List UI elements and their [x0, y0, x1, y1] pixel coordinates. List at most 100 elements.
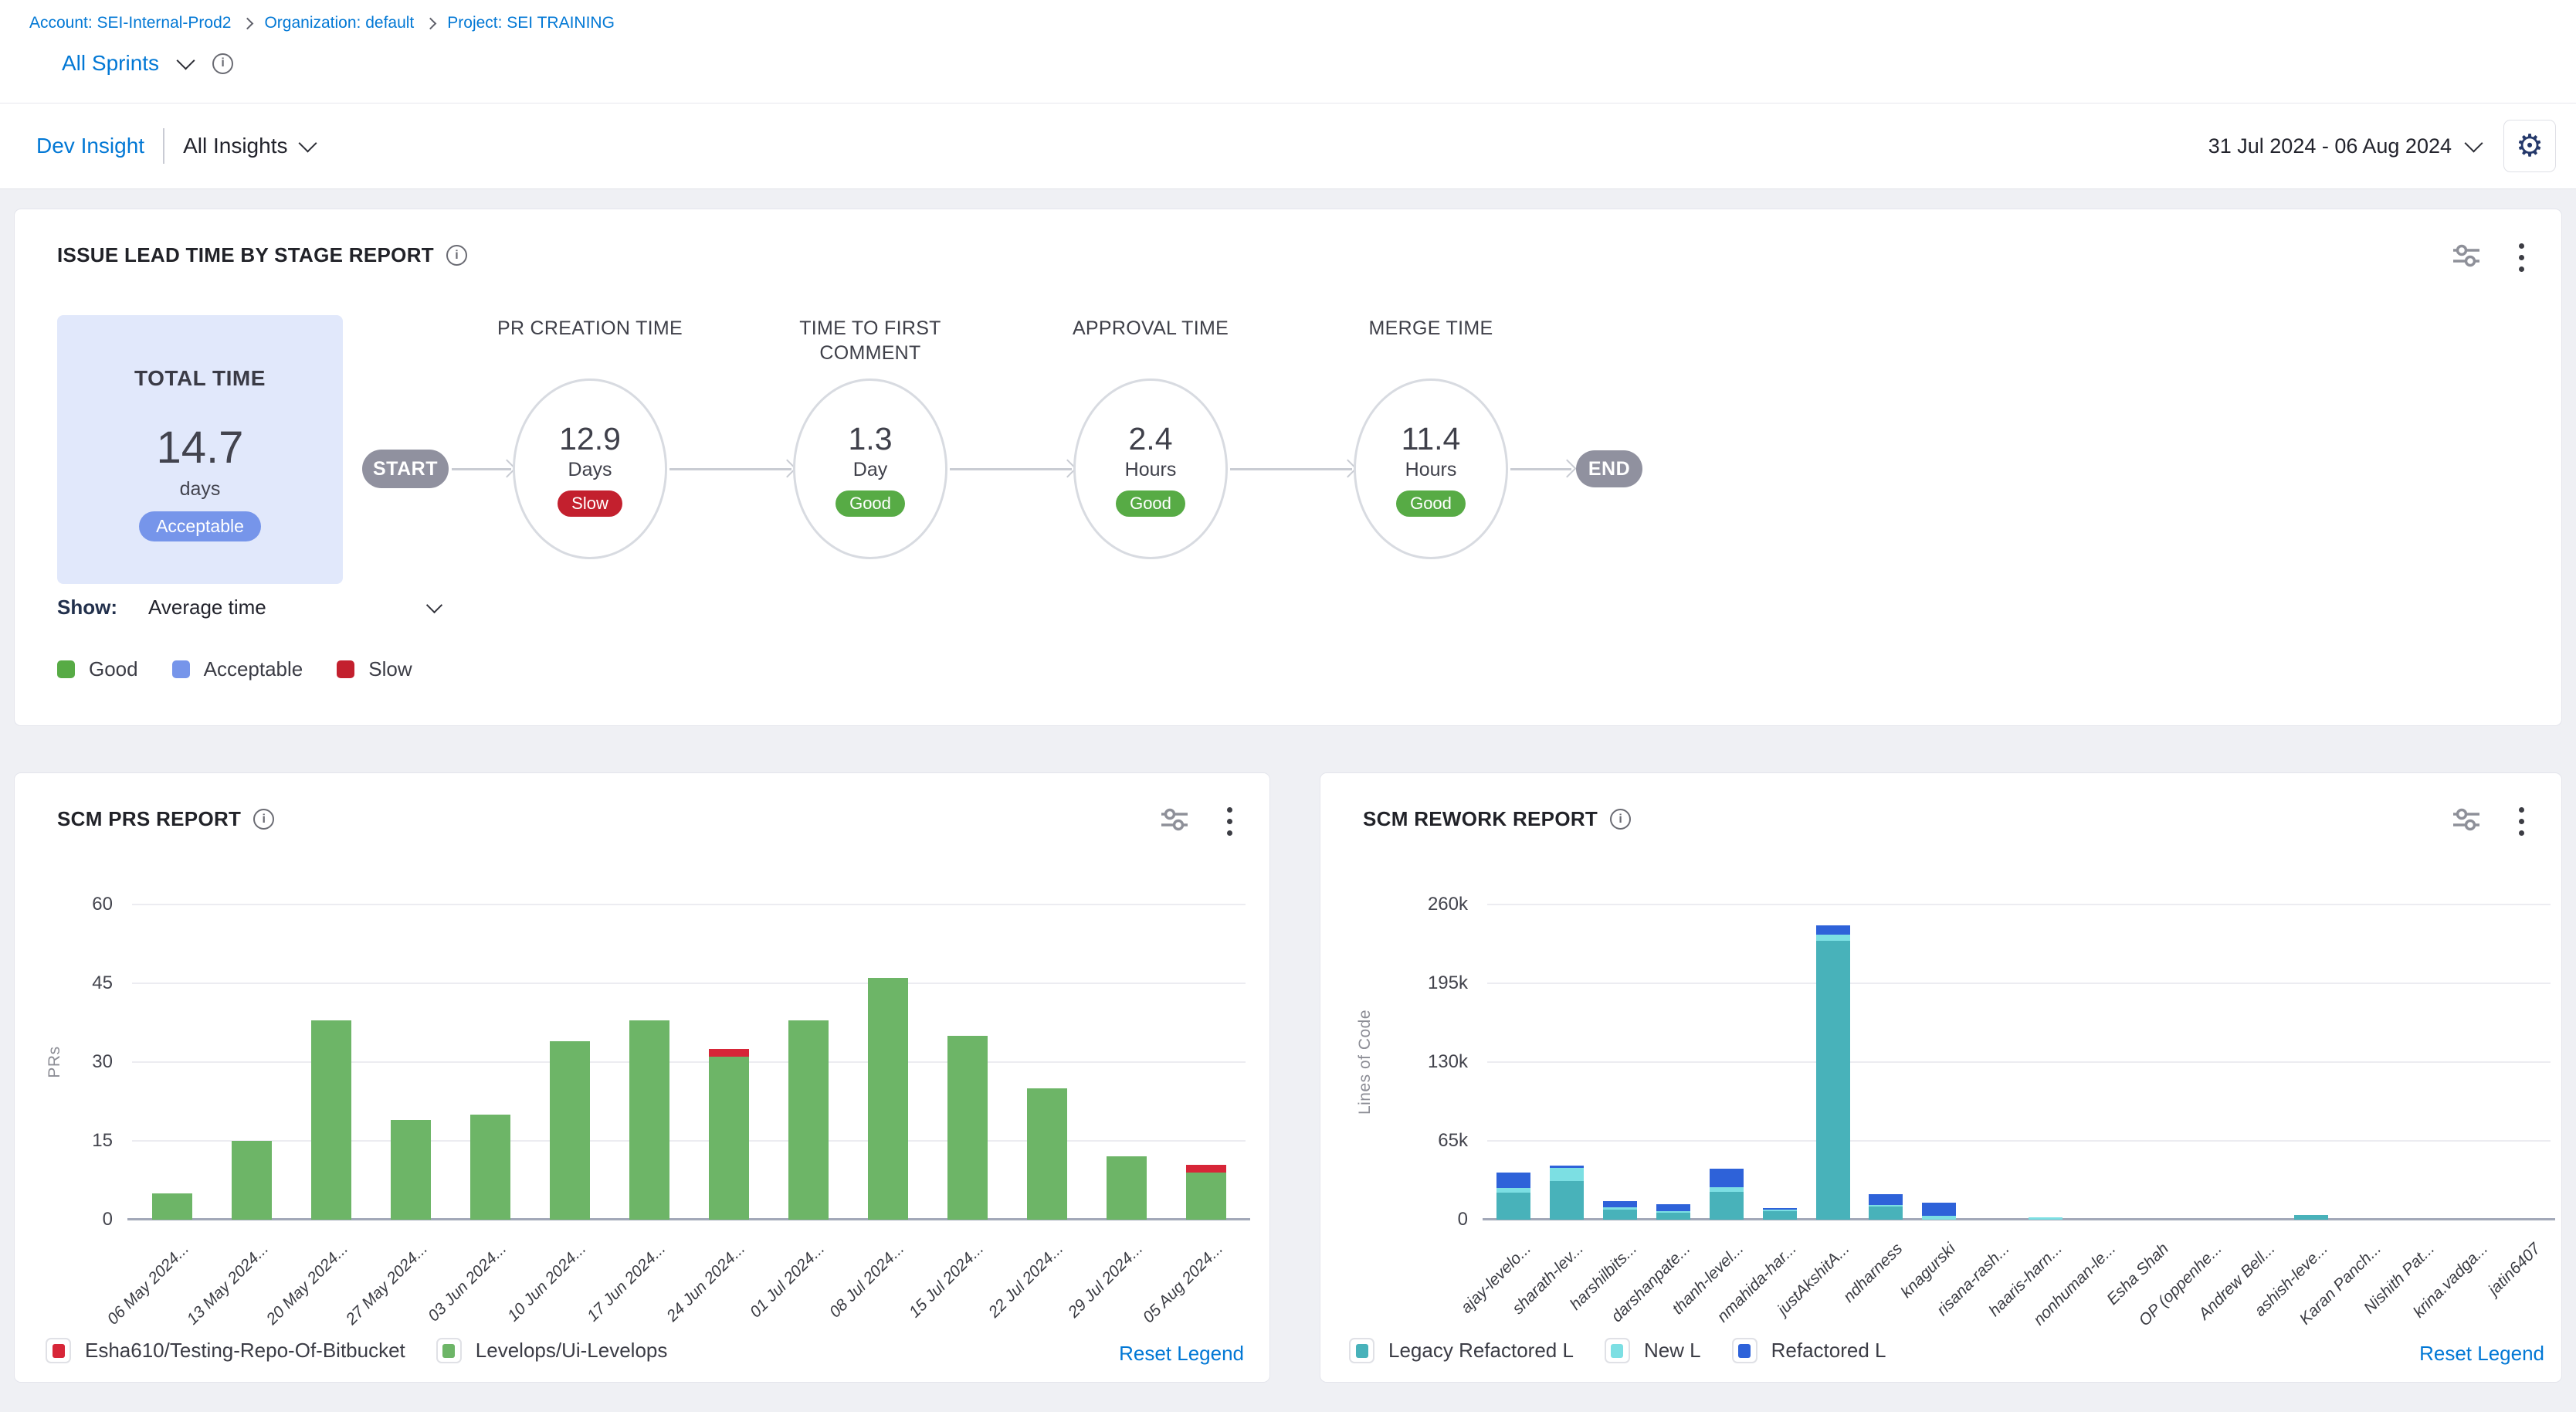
widget-filters-icon[interactable] — [2449, 804, 2483, 839]
settings-button[interactable]: ⚙ — [2503, 120, 2556, 172]
legend-checkbox — [46, 1338, 71, 1363]
breadcrumb-organization[interactable]: Organization: default — [264, 14, 414, 32]
stage-node: 12.9DaysSlow — [513, 378, 667, 559]
breadcrumb-project[interactable]: Project: SEI TRAINING — [447, 14, 615, 32]
x-axis-tick-label: 01 Jul 2024... — [747, 1240, 829, 1322]
bar-segment[interactable] — [1869, 1207, 1903, 1220]
bar-segment[interactable] — [1603, 1201, 1637, 1207]
bar-segment[interactable] — [1107, 1156, 1147, 1220]
show-dropdown[interactable]: Show: Average time — [57, 596, 440, 619]
y-axis-tick-label: 0 — [1395, 1209, 1468, 1230]
info-icon[interactable]: i — [1610, 809, 1631, 830]
bar-segment[interactable] — [709, 1057, 749, 1220]
legend-item[interactable]: New L — [1605, 1338, 1701, 1363]
flow-end-pill: END — [1576, 450, 1642, 487]
kebab-menu-icon[interactable] — [1224, 804, 1235, 839]
widget-filters-icon[interactable] — [1158, 804, 1191, 839]
bar-segment[interactable] — [868, 978, 908, 1220]
bar-segment[interactable] — [1763, 1211, 1797, 1220]
x-axis-tick-label: 05 Aug 2024... — [1139, 1240, 1226, 1327]
bar-segment[interactable] — [1763, 1208, 1797, 1210]
bar-segment[interactable] — [232, 1141, 272, 1220]
y-axis-tick-label: 0 — [39, 1209, 113, 1230]
bar-segment[interactable] — [1496, 1173, 1530, 1188]
scm-rework-legend: Legacy Refactored L New L Refactored L — [1349, 1338, 1886, 1363]
reset-legend-link[interactable]: Reset Legend — [1119, 1342, 1244, 1366]
bar-segment[interactable] — [1603, 1207, 1637, 1210]
bar-segment[interactable] — [2029, 1217, 2062, 1220]
insight-dropdown[interactable]: All Insights — [183, 134, 314, 158]
legend-checkbox — [1732, 1338, 1757, 1363]
stage-node: 1.3DayGood — [793, 378, 947, 559]
bar-segment[interactable] — [1922, 1216, 1956, 1220]
issue-lead-time-card: ISSUE LEAD TIME BY STAGE REPORT i TOTAL … — [14, 209, 2562, 726]
y-axis-tick-label: 60 — [39, 894, 113, 915]
bar-segment[interactable] — [1550, 1181, 1584, 1220]
bar-segment[interactable] — [1710, 1187, 1744, 1192]
stage-title: TIME TO FIRSTCOMMENT — [716, 316, 1025, 365]
legend-color-swatch — [57, 660, 75, 678]
x-axis-tick-label: 29 Jul 2024... — [1065, 1240, 1147, 1322]
info-icon[interactable]: i — [253, 809, 274, 830]
bar-segment[interactable] — [629, 1020, 669, 1220]
bar-segment[interactable] — [709, 1049, 749, 1057]
legend-item[interactable]: Refactored L — [1732, 1338, 1886, 1363]
insight-header-bar: Dev Insight All Insights 31 Jul 2024 - 0… — [0, 104, 2576, 189]
legend-label: Good — [89, 657, 138, 681]
dev-insight-tab[interactable]: Dev Insight — [36, 134, 144, 158]
bar-segment[interactable] — [1710, 1169, 1744, 1187]
stage-node: 11.4HoursGood — [1354, 378, 1508, 559]
bar-segment[interactable] — [1550, 1168, 1584, 1181]
bar-segment[interactable] — [1816, 925, 1850, 935]
sprint-selector[interactable]: All Sprints i — [62, 51, 233, 76]
bar-segment[interactable] — [1710, 1192, 1744, 1220]
bar-segment[interactable] — [1656, 1213, 1690, 1220]
breadcrumb-account[interactable]: Account: SEI-Internal-Prod2 — [29, 14, 231, 32]
bar-segment[interactable] — [1550, 1166, 1584, 1167]
x-axis-tick-label: jatin6407 — [2485, 1240, 2544, 1299]
bar-segment[interactable] — [1922, 1203, 1956, 1216]
stage-unit: Days — [568, 459, 612, 481]
flow-arrow — [1230, 468, 1352, 470]
bar-segment[interactable] — [1496, 1188, 1530, 1193]
date-range-label: 31 Jul 2024 - 06 Aug 2024 — [2208, 134, 2452, 158]
legend-label: Refactored L — [1771, 1339, 1886, 1363]
date-range-picker[interactable]: 31 Jul 2024 - 06 Aug 2024 — [2208, 134, 2480, 158]
chevron-down-icon — [177, 51, 195, 70]
bar-segment[interactable] — [1186, 1165, 1226, 1173]
bar-segment[interactable] — [1496, 1193, 1530, 1220]
bar-segment[interactable] — [311, 1020, 351, 1220]
y-axis-tick-label: 260k — [1395, 894, 1468, 915]
x-axis-tick-label: 06 May 2024... — [103, 1240, 192, 1329]
legend-item[interactable]: Levelops/Ui-Levelops — [436, 1338, 668, 1363]
bar-segment[interactable] — [1869, 1194, 1903, 1205]
bar-segment[interactable] — [1027, 1088, 1067, 1220]
bar-segment[interactable] — [2294, 1215, 2328, 1220]
bar-segment[interactable] — [1816, 941, 1850, 1220]
legend-item[interactable]: Esha610/Testing-Repo-Of-Bitbucket — [46, 1338, 405, 1363]
legend-label: Legacy Refactored L — [1388, 1339, 1574, 1363]
chevron-down-icon — [299, 134, 317, 152]
bar-segment[interactable] — [1816, 935, 1850, 941]
bar-segment[interactable] — [550, 1041, 590, 1220]
flow-arrow — [669, 468, 791, 470]
x-axis-tick-label: 13 May 2024... — [183, 1240, 272, 1329]
chevron-down-icon — [426, 597, 442, 613]
legend-item: Good — [57, 657, 138, 681]
legend-label: Esha610/Testing-Repo-Of-Bitbucket — [85, 1339, 405, 1363]
bar-segment[interactable] — [1603, 1210, 1637, 1220]
scm-rework-title: SCM REWORK REPORT — [1363, 807, 1598, 831]
reset-legend-link[interactable]: Reset Legend — [2419, 1342, 2544, 1366]
stage-unit: Hours — [1405, 459, 1457, 481]
info-icon[interactable]: i — [212, 53, 233, 74]
legend-checkbox — [1349, 1338, 1374, 1363]
bar-segment[interactable] — [391, 1120, 431, 1220]
bar-segment[interactable] — [152, 1193, 192, 1220]
bar-segment[interactable] — [788, 1020, 829, 1220]
bar-segment[interactable] — [1186, 1173, 1226, 1220]
bar-segment[interactable] — [470, 1115, 510, 1220]
bar-segment[interactable] — [947, 1036, 988, 1220]
kebab-menu-icon[interactable] — [2516, 804, 2527, 839]
bar-segment[interactable] — [1656, 1204, 1690, 1211]
legend-item[interactable]: Legacy Refactored L — [1349, 1338, 1574, 1363]
